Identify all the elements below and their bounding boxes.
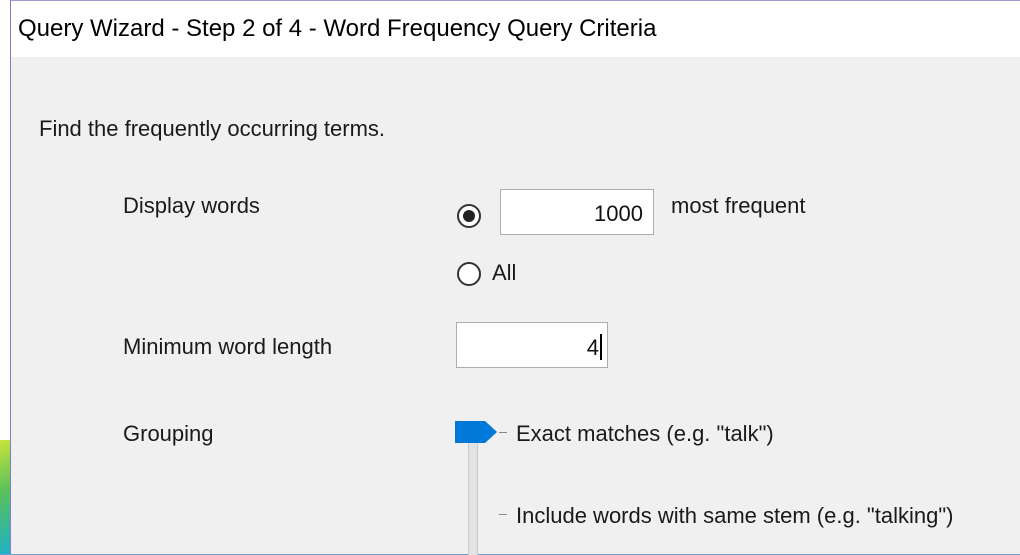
word-count-input[interactable]: 1000 xyxy=(500,189,654,235)
text-caret xyxy=(600,334,602,360)
title-bar: Query Wizard - Step 2 of 4 - Word Freque… xyxy=(11,1,1020,57)
grouping-slider-thumb[interactable] xyxy=(455,421,497,443)
all-label[interactable]: All xyxy=(492,260,516,286)
tick-stem xyxy=(499,514,507,515)
grouping-option-exact[interactable]: Exact matches (e.g. "talk") xyxy=(516,421,774,447)
tick-exact xyxy=(499,432,507,433)
grouping-slider-track[interactable] xyxy=(468,441,478,555)
grouping-label: Grouping xyxy=(123,421,214,446)
min-word-length-label: Minimum word length xyxy=(123,334,333,359)
radio-selected-dot xyxy=(463,210,475,222)
intro-text: Find the frequently occurring terms. xyxy=(39,116,386,141)
most-frequent-label: most frequent xyxy=(671,193,806,218)
grouping-option-stem[interactable]: Include words with same stem (e.g. "talk… xyxy=(516,503,953,529)
display-words-label: Display words xyxy=(123,193,260,218)
word-count-value: 1000 xyxy=(594,201,643,226)
radio-all[interactable] xyxy=(457,262,481,286)
min-word-length-input[interactable]: 4 xyxy=(456,322,608,368)
dialog-title: Query Wizard - Step 2 of 4 - Word Freque… xyxy=(18,15,657,42)
min-word-length-value: 4 xyxy=(586,335,599,360)
radio-top-count[interactable] xyxy=(457,204,481,228)
query-wizard-dialog: Query Wizard - Step 2 of 4 - Word Freque… xyxy=(10,0,1020,555)
